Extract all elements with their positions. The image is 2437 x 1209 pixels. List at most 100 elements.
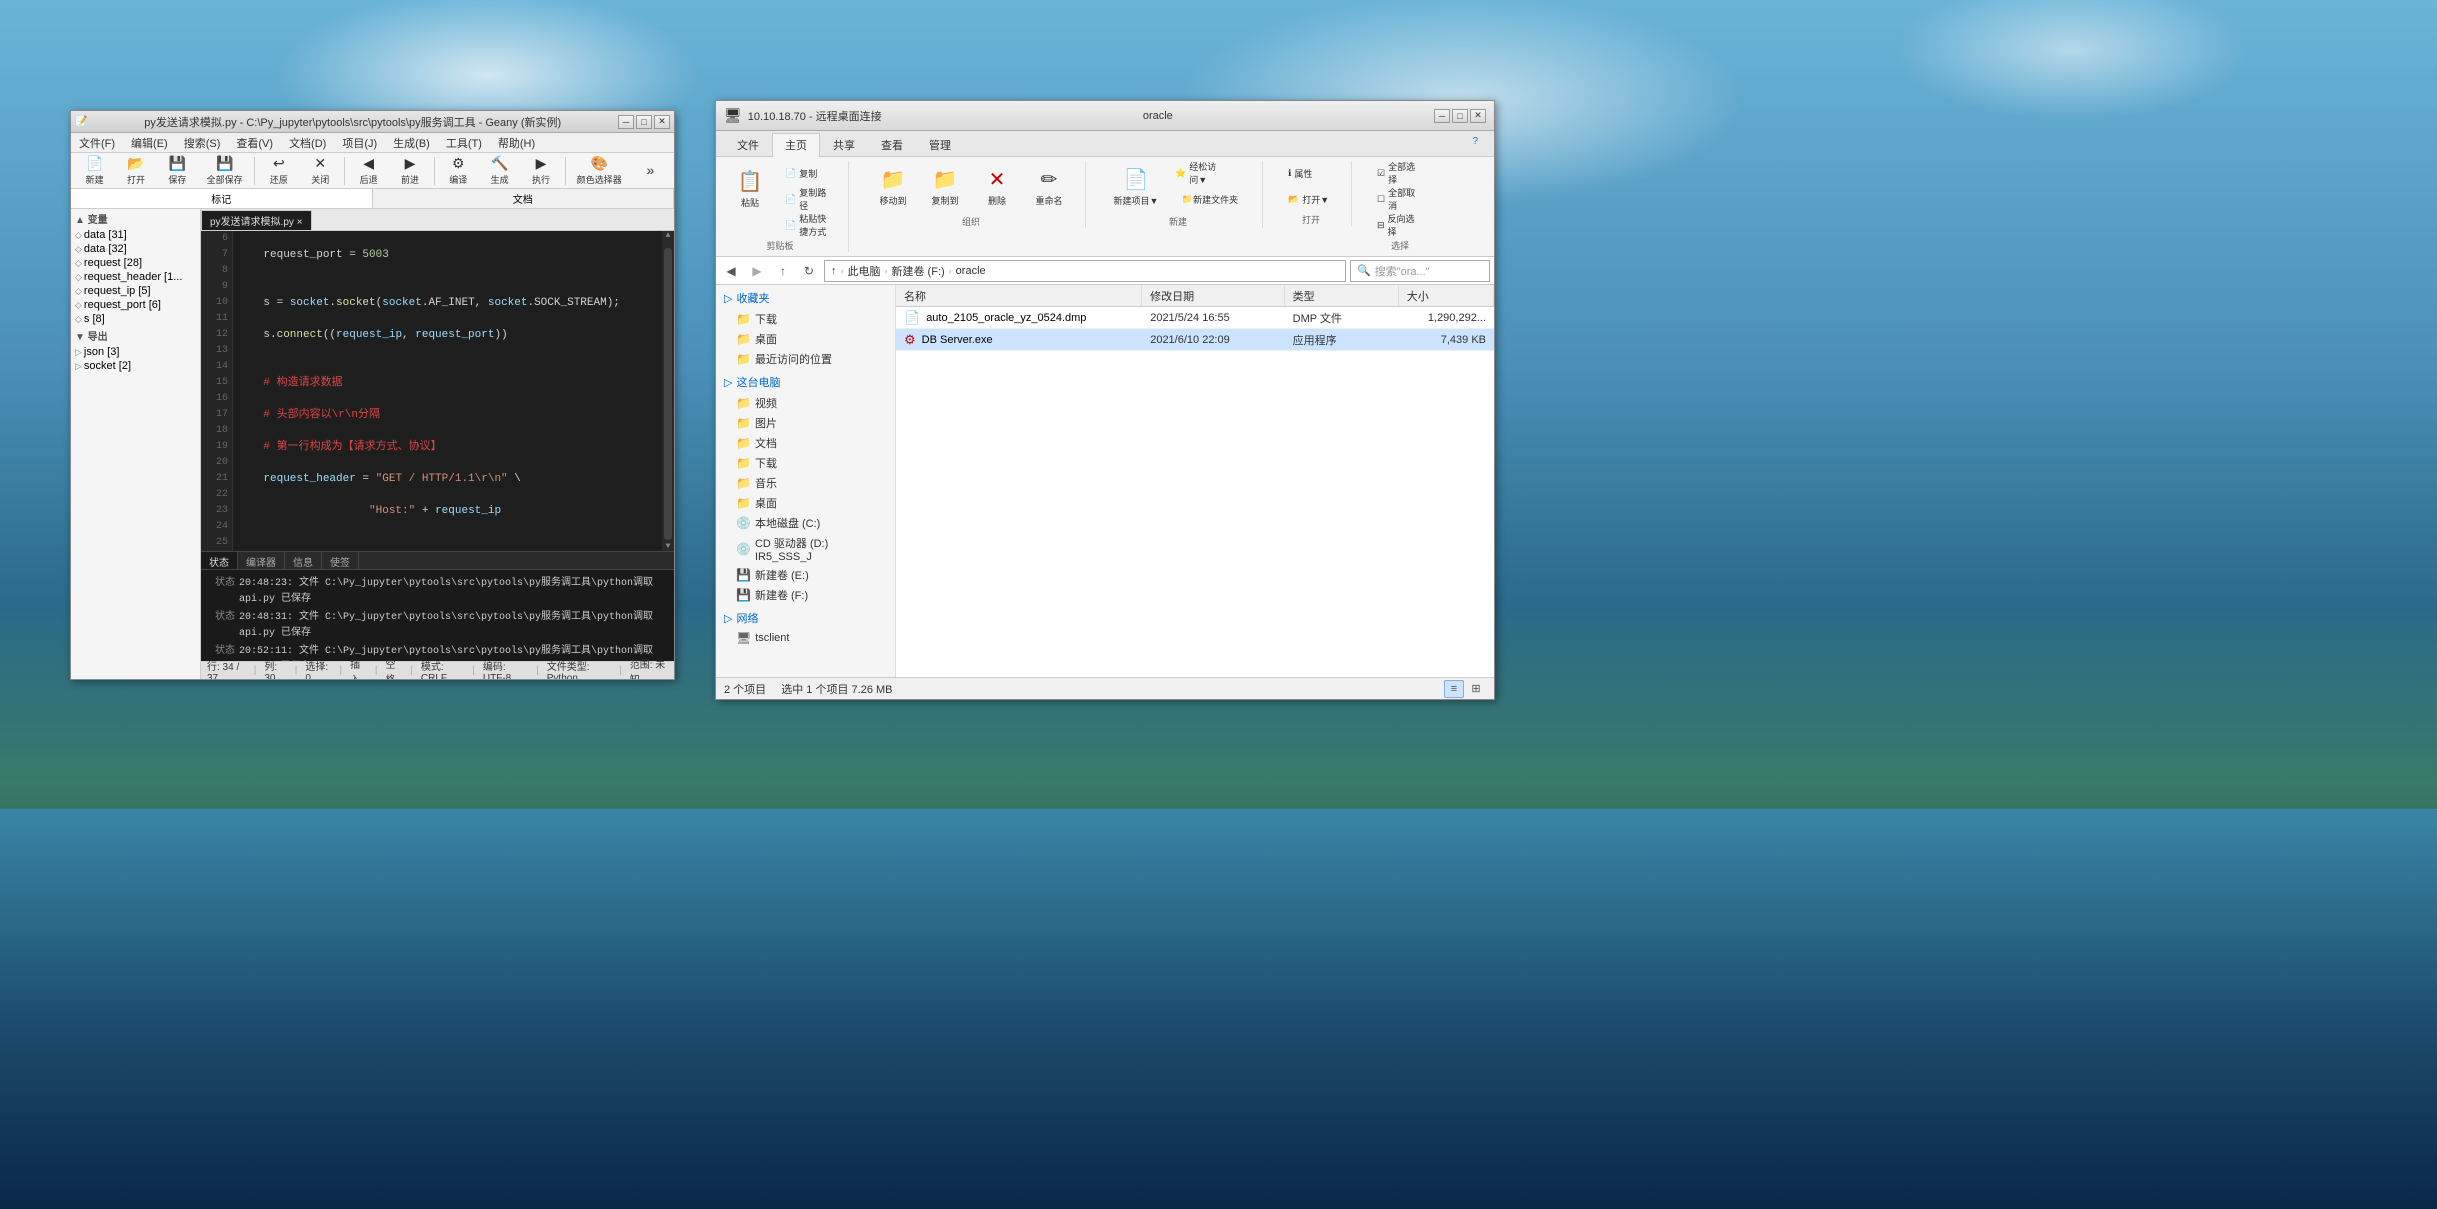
ribbon-selectall-button[interactable]: ☑ 全部选择 <box>1372 161 1428 185</box>
tree-item-socket[interactable]: ▷ socket [2] <box>71 359 200 373</box>
nav-forward-button[interactable]: ▶ <box>746 260 768 282</box>
code-content[interactable]: request_port = 5003 s = socket.socket(so… <box>233 231 662 551</box>
favorites-header[interactable]: ▷ 收藏夹 <box>716 287 895 309</box>
tree-item-json[interactable]: ▷ json [3] <box>71 345 200 359</box>
nav-refresh-button[interactable]: ↻ <box>798 260 820 282</box>
ribbon-rename-button[interactable]: ✏ 重命名 <box>1025 161 1073 213</box>
col-header-name[interactable]: 名称 <box>896 285 1142 306</box>
tree-item-request[interactable]: ◇ request [28] <box>71 256 200 270</box>
ribbon-newitem-button[interactable]: 📄 新建项目▼ <box>1106 161 1166 213</box>
view-tiles-button[interactable]: ⊞ <box>1466 680 1486 698</box>
nav-item-desktop2[interactable]: 📁 桌面 <box>716 493 895 513</box>
status-tab-status[interactable]: 状态 <box>201 552 238 569</box>
nav-item-tsclient[interactable]: 🖥 tsclient <box>716 629 895 647</box>
col-header-size[interactable]: 大小 <box>1399 285 1494 306</box>
tree-group-exports[interactable]: ▼ 导出 <box>71 326 200 345</box>
tree-item-s[interactable]: ◇ s [8] <box>71 312 200 326</box>
toolbar-revert-button[interactable]: ↩ 还原 <box>259 155 298 187</box>
toolbar-save-button[interactable]: 💾 保存 <box>158 155 197 187</box>
status-tab-compiler[interactable]: 编译器 <box>238 552 285 569</box>
nav-item-drive-f[interactable]: 💾 新建卷 (F:) <box>716 585 895 605</box>
menu-help[interactable]: 帮助(H) <box>494 135 539 151</box>
thispc-header[interactable]: ▷ 这台电脑 <box>716 371 895 393</box>
file-item-exe[interactable]: ⚙ DB Server.exe 2021/6/10 22:09 应用程序 7,4… <box>896 329 1494 351</box>
ribbon-easyaccess-button[interactable]: ⭐ 经松访问▼ <box>1170 161 1226 185</box>
ribbon-delete-button[interactable]: ✕ 删除 <box>973 161 1021 213</box>
view-details-button[interactable]: ≡ <box>1444 680 1464 698</box>
menu-edit[interactable]: 编辑(E) <box>127 135 172 151</box>
ribbon-moveto-button[interactable]: 📁 移动到 <box>869 161 917 213</box>
ribbon-tab-home[interactable]: 主页 <box>772 133 820 157</box>
scroll-up-arrow[interactable]: ▲ <box>666 231 671 240</box>
toolbar-colorpicker-button[interactable]: 🎨 颜色选择器 <box>570 155 629 187</box>
ribbon-copypath-button[interactable]: 📄 复制路径 <box>780 187 836 211</box>
menu-project[interactable]: 项目(J) <box>338 135 381 151</box>
nav-item-desktop[interactable]: 📁 桌面 <box>716 329 895 349</box>
ribbon-tab-share[interactable]: 共享 <box>820 133 868 156</box>
nav-item-drive-d[interactable]: 💿 CD 驱动器 (D:) IR5_SSS_J <box>716 533 895 565</box>
ribbon-properties-button[interactable]: ℹ 属性 <box>1283 161 1339 185</box>
ribbon-invertselect-button[interactable]: ⊟ 反向选择 <box>1372 213 1428 237</box>
ribbon-shortcut-button[interactable]: 📄 粘贴快捷方式 <box>780 213 836 237</box>
file-item-dmp[interactable]: 📄 auto_2105_oracle_yz_0524.dmp 2021/5/24… <box>896 307 1494 329</box>
explorer-close-button[interactable]: ✕ <box>1470 109 1486 123</box>
network-header[interactable]: ▷ 网络 <box>716 607 895 629</box>
geany-maximize-button[interactable]: □ <box>636 115 652 129</box>
ribbon-help-btn[interactable]: ? <box>964 133 1486 156</box>
status-tab-bookmark[interactable]: 使签 <box>322 552 359 569</box>
sidebar-tab-mark[interactable]: 标记 <box>71 189 373 208</box>
menu-build[interactable]: 生成(B) <box>389 135 434 151</box>
nav-item-video[interactable]: 📁 视频 <box>716 393 895 413</box>
ribbon-tab-manage[interactable]: 管理 <box>916 133 964 156</box>
editor-scrollbar[interactable]: ▲ ▼ <box>662 231 674 551</box>
toolbar-forward-button[interactable]: ▶ 前进 <box>390 155 429 187</box>
toolbar-run-button[interactable]: ▶ 执行 <box>521 155 560 187</box>
toolbar-build-button[interactable]: 🔨 生成 <box>480 155 519 187</box>
toolbar-close-button[interactable]: ✕ 关闭 <box>301 155 340 187</box>
search-box[interactable]: 🔍 搜索"ora..." <box>1350 260 1490 282</box>
nav-item-recent[interactable]: 📁 最近访问的位置 <box>716 349 895 369</box>
sidebar-tab-doc[interactable]: 文档 <box>373 189 675 208</box>
status-tab-info[interactable]: 信息 <box>285 552 322 569</box>
ribbon-open-button[interactable]: 📂 打开▼ <box>1283 187 1339 211</box>
menu-search[interactable]: 搜索(S) <box>180 135 225 151</box>
toolbar-open-button[interactable]: 📂 打开 <box>116 155 155 187</box>
geany-minimize-button[interactable]: ─ <box>618 115 634 129</box>
nav-item-download[interactable]: 📁 下载 <box>716 309 895 329</box>
explorer-minimize-button[interactable]: ─ <box>1434 109 1450 123</box>
address-path[interactable]: ↑ › 此电脑 › 新建卷 (F:) › oracle <box>824 260 1346 282</box>
nav-item-drive-e[interactable]: 💾 新建卷 (E:) <box>716 565 895 585</box>
tree-item-reqip[interactable]: ◇ request_ip [5] <box>71 284 200 298</box>
editor-tab-main[interactable]: py发送请求模拟.py × <box>201 210 312 230</box>
tree-group-vars[interactable]: ▲ 变量 <box>71 209 200 228</box>
code-editor[interactable]: 6 7 8 9 10 11 12 13 14 15 16 17 18 19 <box>201 231 674 551</box>
tree-item-reqheader[interactable]: ◇ request_header [1... <box>71 270 200 284</box>
nav-item-music[interactable]: 📁 音乐 <box>716 473 895 493</box>
menu-tools[interactable]: 工具(T) <box>442 135 486 151</box>
nav-up-button[interactable]: ↑ <box>772 260 794 282</box>
explorer-maximize-button[interactable]: □ <box>1452 109 1468 123</box>
geany-close-button[interactable]: ✕ <box>654 115 670 129</box>
toolbar-saveall-button[interactable]: 💾 全部保存 <box>199 155 250 187</box>
menu-file[interactable]: 文件(F) <box>75 135 119 151</box>
nav-item-drive-c[interactable]: 💿 本地磁盘 (C:) <box>716 513 895 533</box>
tree-item-data31[interactable]: ◇ data [31] <box>71 228 200 242</box>
toolbar-more-button[interactable]: » <box>631 155 670 187</box>
ribbon-tab-file[interactable]: 文件 <box>724 133 772 156</box>
nav-item-docs[interactable]: 📁 文档 <box>716 433 895 453</box>
ribbon-newfolder-button[interactable]: 📁 新建文件夹 <box>1170 187 1250 211</box>
ribbon-paste-button[interactable]: 📋 粘贴 <box>724 161 776 217</box>
ribbon-tab-view[interactable]: 查看 <box>868 133 916 156</box>
ribbon-deselectall-button[interactable]: ☐ 全部取消 <box>1372 187 1428 211</box>
toolbar-compile-button[interactable]: ⚙ 编译 <box>439 155 478 187</box>
scroll-down-arrow[interactable]: ▼ <box>666 542 671 551</box>
ribbon-copy-button[interactable]: 📄 复制 <box>780 161 836 185</box>
nav-item-downloads[interactable]: 📁 下载 <box>716 453 895 473</box>
nav-item-pictures[interactable]: 📁 图片 <box>716 413 895 433</box>
tree-item-reqport[interactable]: ◇ request_port [6] <box>71 298 200 312</box>
ribbon-copyto-button[interactable]: 📁 复制到 <box>921 161 969 213</box>
toolbar-new-button[interactable]: 📄 新建 <box>75 155 114 187</box>
col-header-type[interactable]: 类型 <box>1285 285 1399 306</box>
tree-item-data32[interactable]: ◇ data [32] <box>71 242 200 256</box>
menu-view[interactable]: 查看(V) <box>232 135 277 151</box>
